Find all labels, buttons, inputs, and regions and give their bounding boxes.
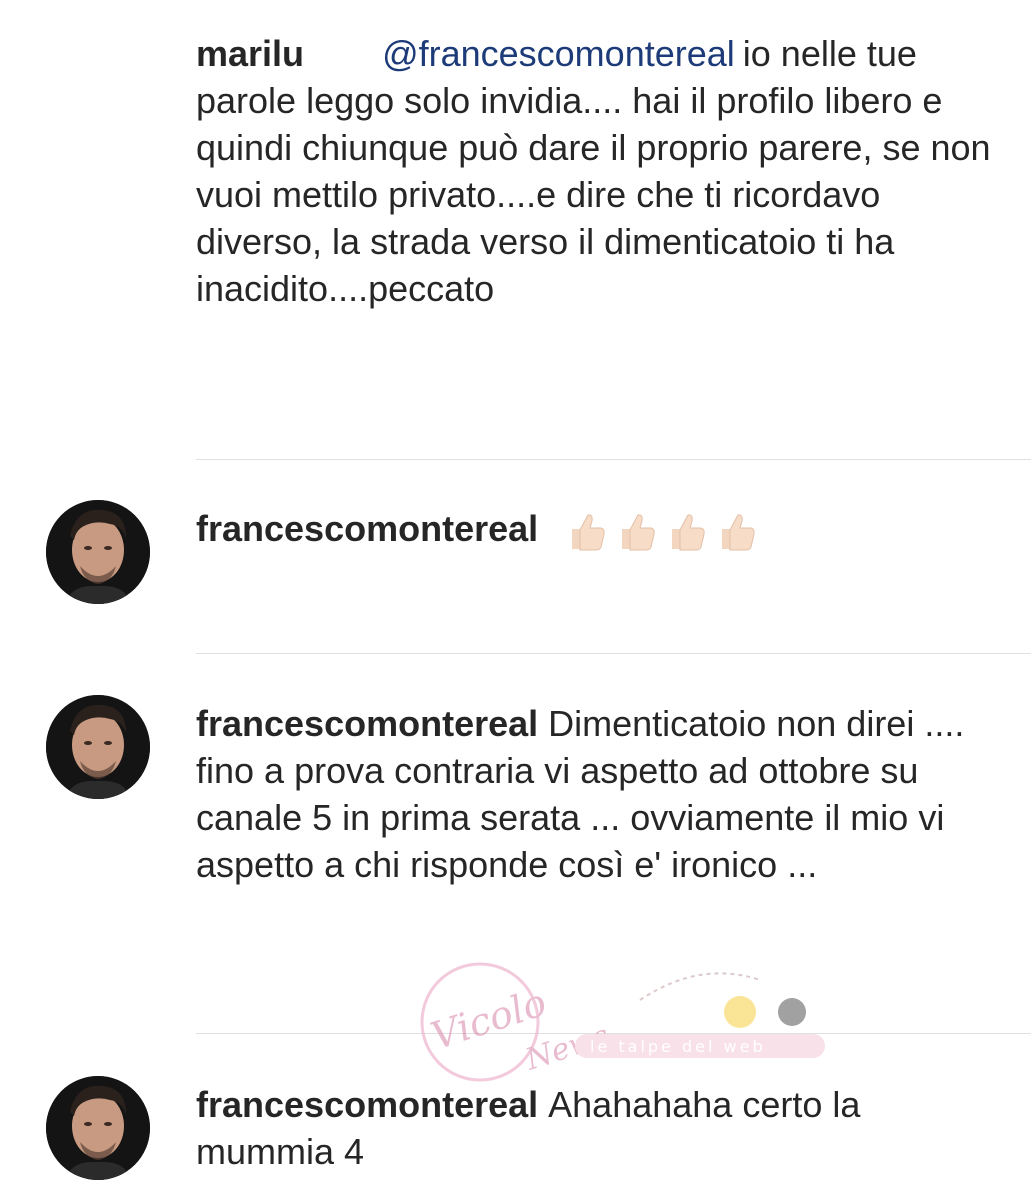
comment-username[interactable]: francescomontereal <box>196 508 538 549</box>
thumbs-up-icon <box>672 514 705 551</box>
comment-text-block: francescomontereal Dimenticatoio non dire… <box>196 700 996 888</box>
thumbs-up-icon <box>622 514 655 551</box>
comment-username[interactable]: francescomontereal <box>196 703 538 744</box>
emoji-row <box>564 509 758 553</box>
comments-page: marilu @francescomontereal io nelle tue p… <box>0 0 1031 1200</box>
comment-text-block: marilu @francescomontereal io nelle tue p… <box>196 30 996 312</box>
svg-text:News: News <box>521 1018 614 1078</box>
comment-divider <box>196 459 1031 460</box>
comment-divider <box>196 653 1031 654</box>
thumbs-up-icon <box>722 514 755 551</box>
comment-divider <box>196 1033 1031 1034</box>
comment-body: io nelle tue parole leggo solo invidia..… <box>196 33 991 309</box>
avatar[interactable] <box>46 500 150 604</box>
avatar[interactable] <box>46 695 150 799</box>
svg-text:Vicolo: Vicolo <box>426 980 552 1058</box>
comment-username[interactable]: francescomontereal <box>196 1084 538 1125</box>
avatar[interactable] <box>46 1076 150 1180</box>
comment-text-block: francescomontereal <box>196 505 996 553</box>
comment-username[interactable]: marilu <box>196 33 304 74</box>
thumbs-up-icon <box>572 514 605 551</box>
comment-text-block: francescomontereal Ahahahaha certo la mum… <box>196 1081 996 1175</box>
svg-text:le talpe del web: le talpe del web <box>590 1037 766 1056</box>
comment-mention-link[interactable]: @francescomontereal <box>382 33 735 74</box>
